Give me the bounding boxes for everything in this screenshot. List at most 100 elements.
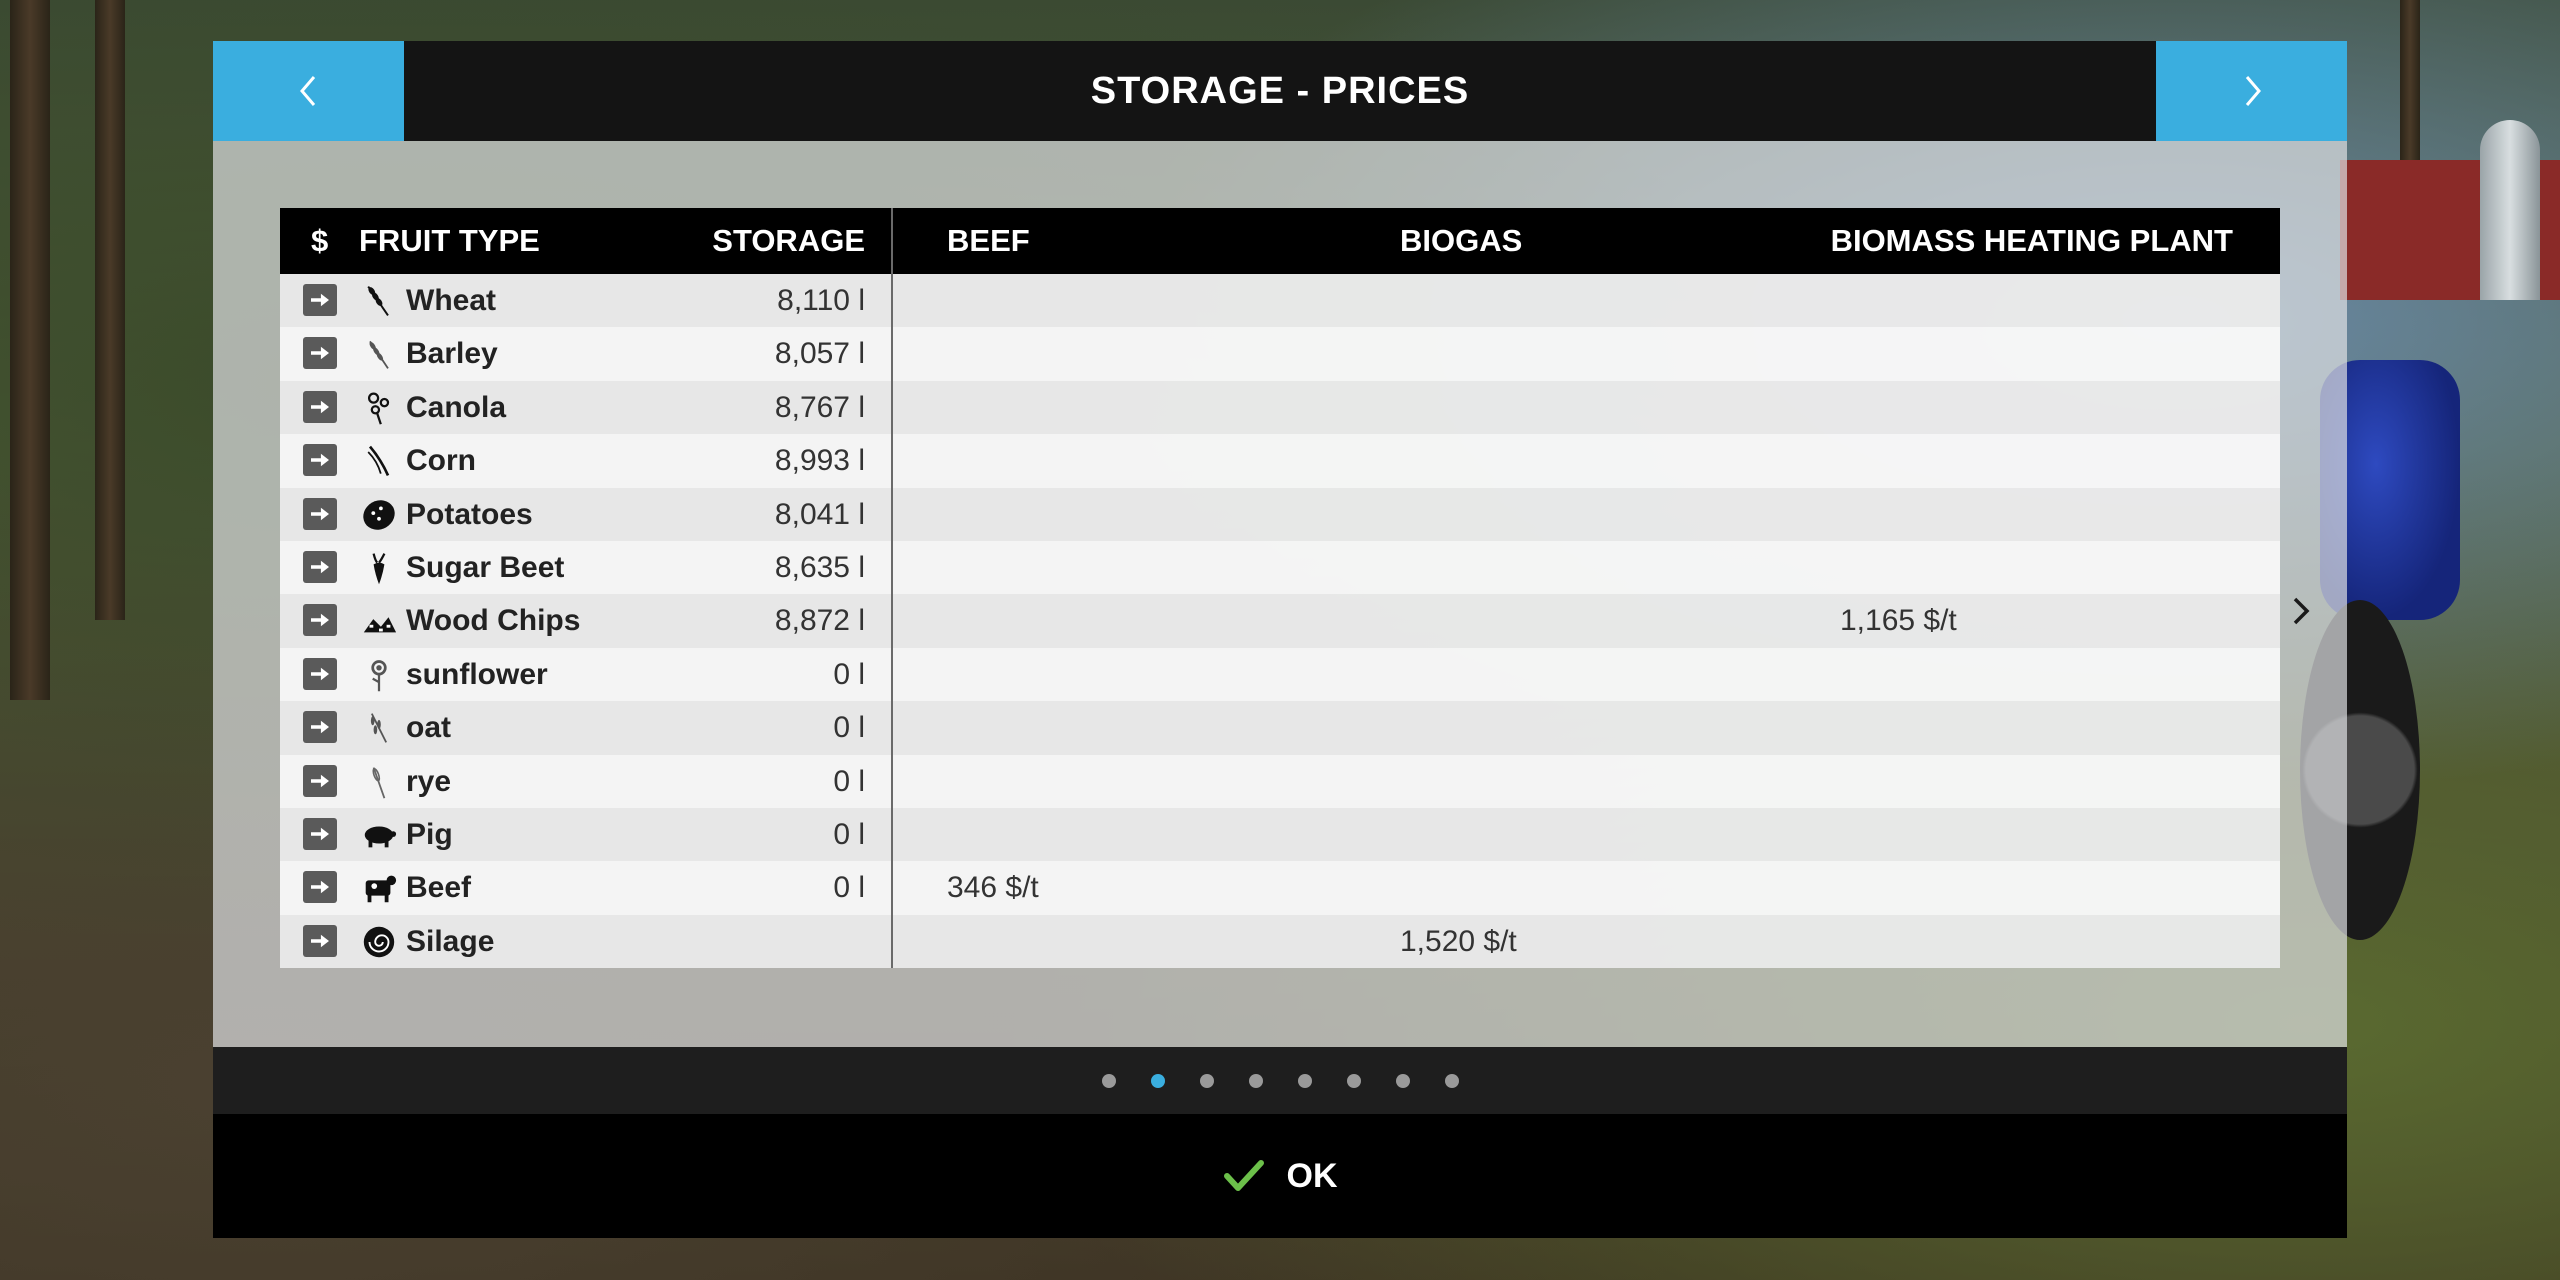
header-beef: BEEF — [947, 223, 1030, 258]
storage-amount: 8,993 l — [774, 444, 865, 478]
biogas-price: 1,520 $/t — [1400, 924, 1517, 958]
arrow-right-icon — [311, 720, 329, 734]
sell-button[interactable] — [303, 604, 337, 637]
fruit-name: Corn — [406, 444, 476, 478]
cow-icon — [359, 868, 399, 908]
canola-icon — [359, 388, 399, 428]
previous-page-button[interactable] — [213, 41, 404, 141]
sell-button[interactable] — [303, 497, 337, 530]
page-dot[interactable] — [1150, 1073, 1165, 1088]
header-biomass-heating-plant: BIOMASS HEATING PLANT — [1830, 223, 2233, 258]
fruit-name: Potatoes — [406, 497, 533, 531]
table-row: Silage 1,520 $/t — [280, 914, 2280, 969]
content-panel: $ FRUIT TYPE STORAGE BEEF BIOGAS BIOMASS… — [213, 141, 2347, 1047]
pig-icon — [359, 815, 399, 855]
checkmark-icon — [1223, 1160, 1264, 1191]
table-row: rye 0 l — [280, 754, 2280, 808]
arrow-right-icon — [311, 560, 329, 574]
sugar-beet-icon — [359, 548, 399, 588]
sell-button[interactable] — [303, 871, 337, 904]
storage-amount: 8,767 l — [774, 390, 865, 424]
sell-button[interactable] — [303, 817, 337, 850]
arrow-right-icon — [311, 507, 329, 520]
sell-button[interactable] — [303, 711, 337, 744]
storage-amount: 8,872 l — [774, 604, 865, 638]
table-header: $ FRUIT TYPE STORAGE BEEF BIOGAS BIOMASS… — [280, 208, 2280, 274]
scroll-right-icon[interactable] — [2285, 591, 2315, 631]
oat-icon — [359, 708, 399, 748]
table-row: Corn 8,993 l — [280, 434, 2280, 488]
corn-icon — [359, 441, 399, 481]
table-body: Wheat 8,110 l Barley 8,057 l Canola 8,767 l Co… — [280, 274, 2280, 969]
table-row: Pig 0 l — [280, 807, 2280, 862]
page-dot[interactable] — [1395, 1073, 1410, 1088]
arrow-right-icon — [311, 774, 329, 787]
table-row: Potatoes 8,041 l — [280, 487, 2280, 541]
table-row: sunflower 0 l — [280, 647, 2280, 702]
sell-button[interactable] — [303, 550, 337, 583]
storage-amount: 8,635 l — [774, 550, 865, 584]
storage-amount: 0 l — [833, 871, 865, 905]
column-divider — [891, 274, 893, 969]
sell-button[interactable] — [303, 764, 337, 797]
storage-prices-dialog: STORAGE - PRICES $ FRUIT TYPE STORAGE BE… — [213, 41, 2347, 1238]
fruit-name: rye — [406, 764, 452, 798]
page-dot[interactable] — [1248, 1073, 1263, 1088]
ok-button[interactable]: OK — [1223, 1157, 1338, 1196]
sunflower-icon — [359, 655, 399, 695]
arrow-right-icon — [311, 453, 329, 467]
fruit-name: Beef — [406, 871, 472, 905]
storage-amount: 8,110 l — [777, 284, 865, 317]
arrow-right-icon — [311, 667, 329, 681]
fruit-name: sunflower — [406, 657, 548, 691]
sell-button[interactable] — [303, 924, 337, 957]
page-dot[interactable] — [1444, 1073, 1459, 1088]
beef-price: 346 $/t — [947, 871, 1039, 905]
arrow-right-icon — [311, 400, 329, 414]
wood-chips-icon — [359, 601, 399, 641]
sell-button[interactable] — [303, 390, 337, 423]
storage-amount: 0 l — [833, 764, 865, 798]
page-dot[interactable] — [1101, 1073, 1116, 1088]
arrow-right-icon — [311, 880, 329, 894]
biomass-price: 1,165 $/t — [1840, 604, 1957, 638]
page-dot[interactable] — [1199, 1073, 1214, 1088]
background-silo — [2480, 120, 2540, 300]
rye-icon — [359, 762, 399, 802]
chevron-left-icon — [299, 76, 315, 106]
fruit-name: Canola — [406, 390, 507, 424]
next-page-button[interactable] — [2156, 41, 2347, 141]
sell-button[interactable] — [303, 444, 337, 477]
table-row: Canola 8,767 l — [280, 380, 2280, 435]
fruit-name: oat — [406, 711, 451, 745]
page-dot[interactable] — [1297, 1073, 1312, 1088]
storage-amount: 0 l — [833, 657, 865, 691]
sell-button[interactable] — [303, 284, 337, 316]
fruit-name: Pig — [406, 817, 453, 851]
storage-amount: 0 l — [833, 817, 865, 851]
sell-button[interactable] — [303, 337, 337, 370]
table-row: oat 0 l — [280, 701, 2280, 755]
column-divider — [891, 208, 893, 274]
storage-amount: 8,041 l — [774, 497, 865, 531]
background-tree — [95, 0, 125, 620]
arrow-right-icon — [311, 827, 329, 841]
table-row: Wheat 8,110 l — [280, 274, 2280, 328]
header-dollar: $ — [311, 223, 329, 258]
page-indicator — [213, 1047, 2347, 1114]
table-row: Beef 0 l 346 $/t — [280, 861, 2280, 915]
arrow-right-icon — [311, 614, 329, 627]
silage-icon — [359, 922, 399, 962]
page-dot[interactable] — [1346, 1073, 1361, 1088]
fruit-name: Barley — [406, 337, 498, 371]
title-bar: STORAGE - PRICES — [404, 41, 2156, 141]
sell-button[interactable] — [303, 657, 337, 690]
fruit-name: Wheat — [406, 284, 496, 317]
arrow-right-icon — [311, 347, 329, 360]
table-row: Wood Chips 8,872 l 1,165 $/t — [280, 594, 2280, 648]
background-tree — [10, 0, 50, 700]
header-storage: STORAGE — [712, 223, 865, 258]
footer-bar: OK — [213, 1114, 2347, 1238]
storage-amount: 0 l — [833, 711, 865, 745]
table-row: Sugar Beet 8,635 l — [280, 540, 2280, 595]
